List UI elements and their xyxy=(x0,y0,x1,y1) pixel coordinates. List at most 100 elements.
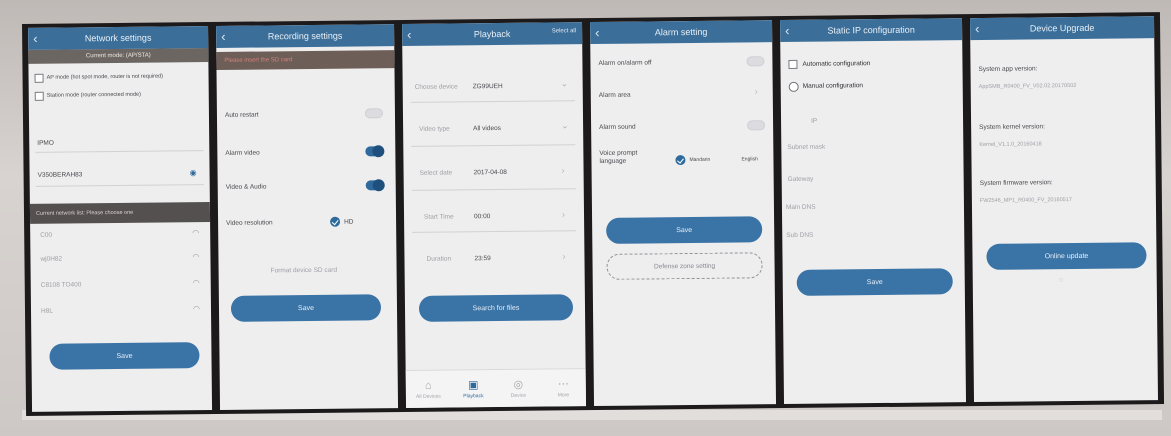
start-time-label: Start Time xyxy=(424,213,454,221)
wifi-network-item[interactable]: C8108 TO400 xyxy=(41,281,82,288)
more-icon: ⋯ xyxy=(557,378,569,391)
chevron-down-icon[interactable]: ⌄ xyxy=(561,78,569,89)
station-mode-checkbox[interactable] xyxy=(34,91,44,101)
mandarin-label: Mandarin xyxy=(689,156,711,164)
search-files-button[interactable]: Search for files xyxy=(418,294,574,322)
panel-device-upgrade: ‹ Device Upgrade System app version: App… xyxy=(969,16,1159,403)
wifi-icon: ◠ xyxy=(192,304,201,314)
video-audio-label: Video & Audio xyxy=(225,183,267,191)
header-bar: ‹ Alarm setting xyxy=(590,20,773,45)
panel-network-settings: ‹ Network settings Current mode: (AP/STA… xyxy=(28,26,213,412)
voice-prompt-label: Voice prompt language xyxy=(599,149,638,165)
alarm-area-label: Alarm area xyxy=(598,91,631,99)
back-icon[interactable]: ‹ xyxy=(785,23,790,38)
hd-radio[interactable] xyxy=(330,216,341,227)
app-version-label: System app version: xyxy=(978,65,1038,73)
alarm-video-toggle[interactable] xyxy=(365,146,384,157)
firmware-version-label: System firmware version: xyxy=(979,179,1053,187)
choose-device-value[interactable]: ZG99UEH xyxy=(473,83,503,90)
back-icon[interactable]: ‹ xyxy=(407,27,412,42)
save-button[interactable]: Save xyxy=(606,216,763,244)
tab-playback[interactable]: ▣ Playback xyxy=(458,378,488,399)
wifi-network-item[interactable]: C00 xyxy=(40,232,52,239)
home-icon: ⌂ xyxy=(424,379,432,392)
panel-playback: ‹ Playback Select all Choose device ZG99… xyxy=(402,22,587,408)
divider xyxy=(411,188,576,191)
screenshot-strip: ‹ Network settings Current mode: (AP/STA… xyxy=(22,12,1165,416)
start-time-value[interactable]: 00:00 xyxy=(474,213,490,220)
auto-restart-toggle[interactable] xyxy=(364,108,384,119)
header-bar: ‹ Playback Select all xyxy=(402,22,583,47)
choose-device-label: Choose device xyxy=(414,83,458,91)
mandarin-radio[interactable] xyxy=(675,155,686,166)
app-version-value: AppSMB_R0400_FV_V02.02.20170502 xyxy=(978,82,1077,90)
save-button[interactable]: Save xyxy=(796,268,953,296)
select-date-value[interactable]: 2017-04-08 xyxy=(474,169,507,176)
video-audio-toggle[interactable] xyxy=(365,180,384,191)
alarm-sound-label: Alarm sound xyxy=(599,123,636,131)
bottom-tab-bar: ⌂ All Devices ▣ Playback ◎ Device ⋯ More xyxy=(405,368,587,408)
divider xyxy=(412,230,577,233)
ap-mode-label: AP mode (hot spot mode, router is not re… xyxy=(46,73,163,81)
sd-card-warning: Please insert the SD card xyxy=(216,50,395,70)
video-type-value[interactable]: All videos xyxy=(473,125,501,132)
ap-mode-checkbox[interactable] xyxy=(34,73,44,83)
back-icon[interactable]: ‹ xyxy=(975,21,980,36)
current-mode-bar: Current mode: (AP/STA) xyxy=(28,48,209,64)
header-bar: ‹ Network settings xyxy=(28,26,209,50)
header-bar: ‹ Recording settings xyxy=(216,24,395,48)
firmware-version-value: FW2546_MP1_R0400_FV_20160517 xyxy=(979,197,1072,204)
defense-zone-button[interactable]: Defense zone setting xyxy=(606,252,763,280)
format-sd-link[interactable]: Format device SD card xyxy=(271,267,338,275)
alarm-video-label: Alarm video xyxy=(225,149,260,157)
save-button[interactable]: Save xyxy=(49,342,200,370)
wifi-network-item[interactable]: wj0H82 xyxy=(40,256,62,263)
online-update-button[interactable]: Online update xyxy=(986,242,1147,270)
tab-more[interactable]: ⋯ More xyxy=(548,377,578,398)
network-list-hint: Current network list: Please choose one xyxy=(29,202,211,224)
alarm-sound-toggle[interactable] xyxy=(747,120,766,131)
chevron-down-icon[interactable]: ⌄ xyxy=(561,120,569,131)
auto-config-checkbox[interactable] xyxy=(788,59,798,69)
manual-config-label: Manual configuration xyxy=(802,82,864,90)
alarm-on-off-label: Alarm on/alarm off xyxy=(598,59,652,67)
chevron-right-icon[interactable]: › xyxy=(755,86,758,96)
panel-static-ip: ‹ Static IP configuration Automatic conf… xyxy=(780,18,967,405)
wifi-icon: ◠ xyxy=(192,252,200,262)
chevron-right-icon[interactable]: › xyxy=(562,209,565,219)
gateway-label: Gateway xyxy=(787,175,814,183)
tab-device[interactable]: ◎ Device xyxy=(503,378,533,399)
wifi-network-item[interactable]: H8L xyxy=(41,308,53,315)
eye-icon[interactable]: ◉ xyxy=(190,168,197,177)
kernel-version-value: Kernel_V1.1.0_20160418 xyxy=(979,141,1042,148)
page-title: Alarm setting xyxy=(654,26,708,38)
back-icon[interactable]: ‹ xyxy=(221,29,226,44)
divider xyxy=(411,144,576,147)
chevron-right-icon[interactable]: › xyxy=(562,165,565,175)
save-button[interactable]: Save xyxy=(230,294,382,322)
page-title: Recording settings xyxy=(267,30,343,42)
loading-indicator: ◌ xyxy=(1058,275,1064,285)
alarm-on-off-toggle[interactable] xyxy=(746,56,765,67)
select-date-label: Select date xyxy=(419,169,453,177)
tab-all-devices[interactable]: ⌂ All Devices xyxy=(413,379,443,399)
station-mode-label: Station mode (router connected mode) xyxy=(46,91,141,99)
panel-alarm-setting: ‹ Alarm setting Alarm on/alarm off Alarm… xyxy=(590,20,777,407)
select-all-link[interactable]: Select all xyxy=(552,28,576,34)
back-icon[interactable]: ‹ xyxy=(33,31,38,46)
back-icon[interactable]: ‹ xyxy=(595,25,600,40)
chevron-right-icon[interactable]: › xyxy=(562,251,565,261)
duration-label: Duration xyxy=(426,255,452,263)
subnet-mask-label: Subnet mask xyxy=(787,143,826,151)
header-bar: ‹ Static IP configuration xyxy=(780,18,963,43)
password-field[interactable]: V350BERAH83 xyxy=(38,171,83,178)
english-label[interactable]: English xyxy=(741,156,757,162)
sub-dns-label: Sub DNS xyxy=(786,231,814,240)
header-bar: ‹ Device Upgrade xyxy=(969,16,1155,41)
duration-value[interactable]: 23:59 xyxy=(474,255,490,262)
video-type-label: Video type xyxy=(419,125,450,133)
video-resolution-label: Video resolution xyxy=(226,219,273,227)
manual-config-radio[interactable] xyxy=(788,81,799,92)
page-title: Static IP configuration xyxy=(827,24,915,36)
page-title: Playback xyxy=(473,28,511,40)
